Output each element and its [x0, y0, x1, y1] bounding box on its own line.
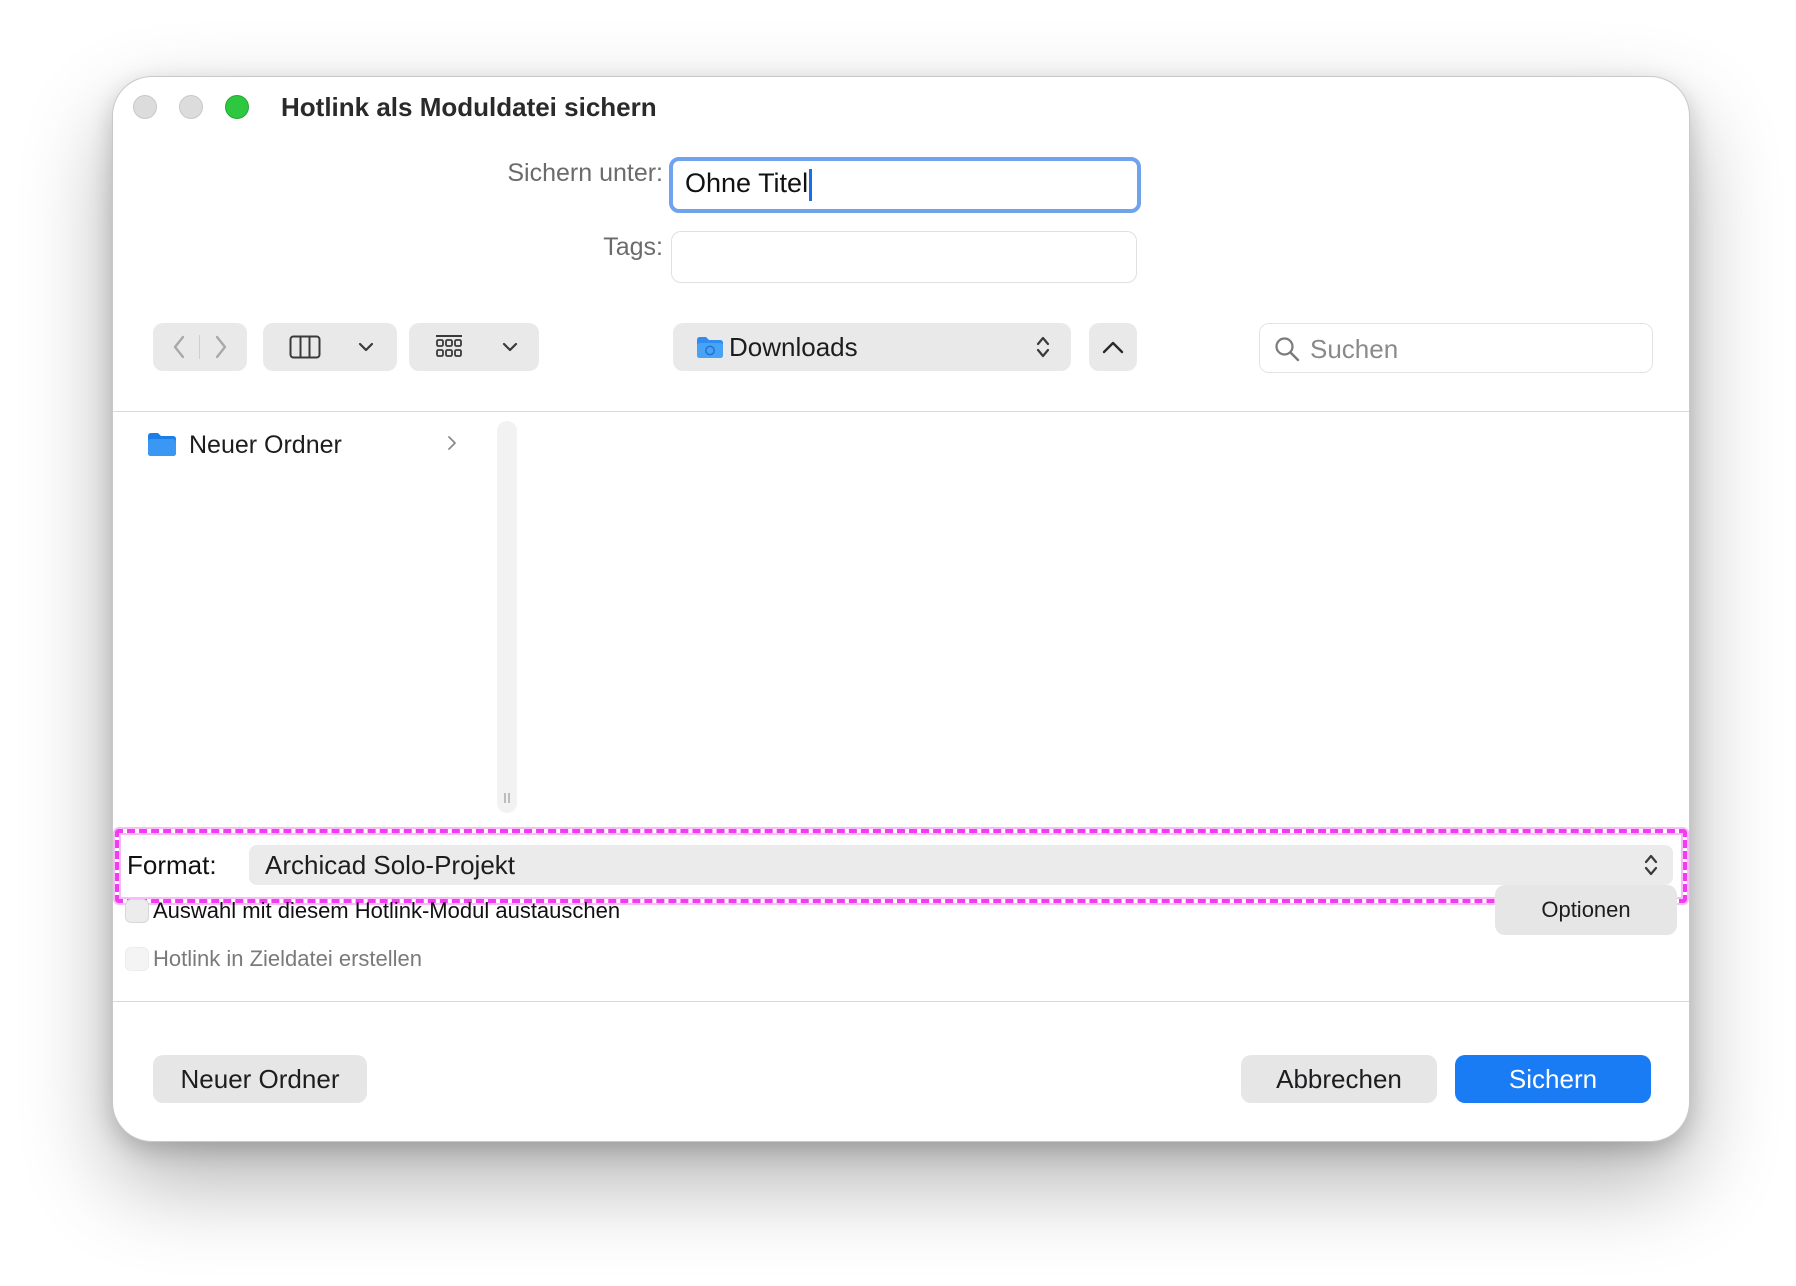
- chevron-down-icon: [495, 323, 525, 371]
- save-dialog: Hotlink als Moduldatei sichern Sichern u…: [112, 76, 1690, 1142]
- forward-chevron-icon[interactable]: [201, 323, 241, 371]
- chevron-up-icon: [1089, 323, 1137, 371]
- replace-selection-label: Auswahl mit diesem Hotlink-Modul austaus…: [153, 898, 621, 923]
- parent-folder-button[interactable]: [1089, 323, 1137, 371]
- group-grid-icon: [429, 323, 469, 371]
- save-button[interactable]: Sichern: [1455, 1055, 1651, 1103]
- chevron-down-icon: [351, 323, 381, 371]
- close-window-button[interactable]: [133, 95, 157, 119]
- tags-field[interactable]: [671, 231, 1137, 283]
- text-caret: [809, 168, 813, 201]
- up-down-arrows-icon: [1031, 323, 1055, 371]
- save-as-field[interactable]: Ohne Titel: [669, 157, 1141, 213]
- format-popup[interactable]: Archicad Solo-Projekt: [249, 845, 1673, 885]
- save-as-label: Sichern unter:: [507, 159, 663, 187]
- options-button[interactable]: Optionen: [1495, 885, 1677, 935]
- resize-grip-icon: [504, 793, 510, 803]
- search-placeholder: Suchen: [1310, 334, 1399, 364]
- toolbar-divider: [113, 411, 1689, 412]
- folder-name: Neuer Ordner: [189, 431, 342, 459]
- up-down-arrows-icon: [1643, 851, 1659, 884]
- format-label: Format:: [127, 850, 217, 880]
- back-forward-control: [153, 323, 247, 371]
- replace-selection-checkbox[interactable]: [125, 899, 149, 923]
- new-folder-button[interactable]: Neuer Ordner: [153, 1055, 367, 1103]
- footer-divider: [113, 1001, 1689, 1002]
- group-by-control[interactable]: [409, 323, 539, 371]
- column-view-icon: [285, 323, 325, 371]
- location-popup[interactable]: Downloads: [673, 323, 1071, 371]
- create-hotlink-label: Hotlink in Zieldatei erstellen: [153, 946, 423, 971]
- format-value: Archicad Solo-Projekt: [265, 850, 515, 880]
- search-field[interactable]: Suchen: [1259, 323, 1653, 373]
- location-label: Downloads: [729, 332, 858, 362]
- back-chevron-icon[interactable]: [159, 323, 199, 371]
- view-mode-control[interactable]: [263, 323, 397, 371]
- downloads-folder-icon: [695, 323, 725, 371]
- cancel-button[interactable]: Abbrechen: [1241, 1055, 1437, 1103]
- save-as-value: Ohne Titel: [685, 168, 809, 198]
- minimize-window-button[interactable]: [179, 95, 203, 119]
- dialog-title: Hotlink als Moduldatei sichern: [281, 92, 657, 122]
- folder-icon: [147, 431, 177, 462]
- search-icon: [1274, 336, 1300, 367]
- list-item[interactable]: Neuer Ordner: [147, 427, 477, 463]
- chevron-right-icon: [447, 427, 457, 460]
- tags-label: Tags:: [603, 233, 663, 261]
- zoom-window-button[interactable]: [225, 95, 249, 119]
- create-hotlink-checkbox[interactable]: [125, 947, 149, 971]
- column-resize-bar[interactable]: [497, 421, 517, 813]
